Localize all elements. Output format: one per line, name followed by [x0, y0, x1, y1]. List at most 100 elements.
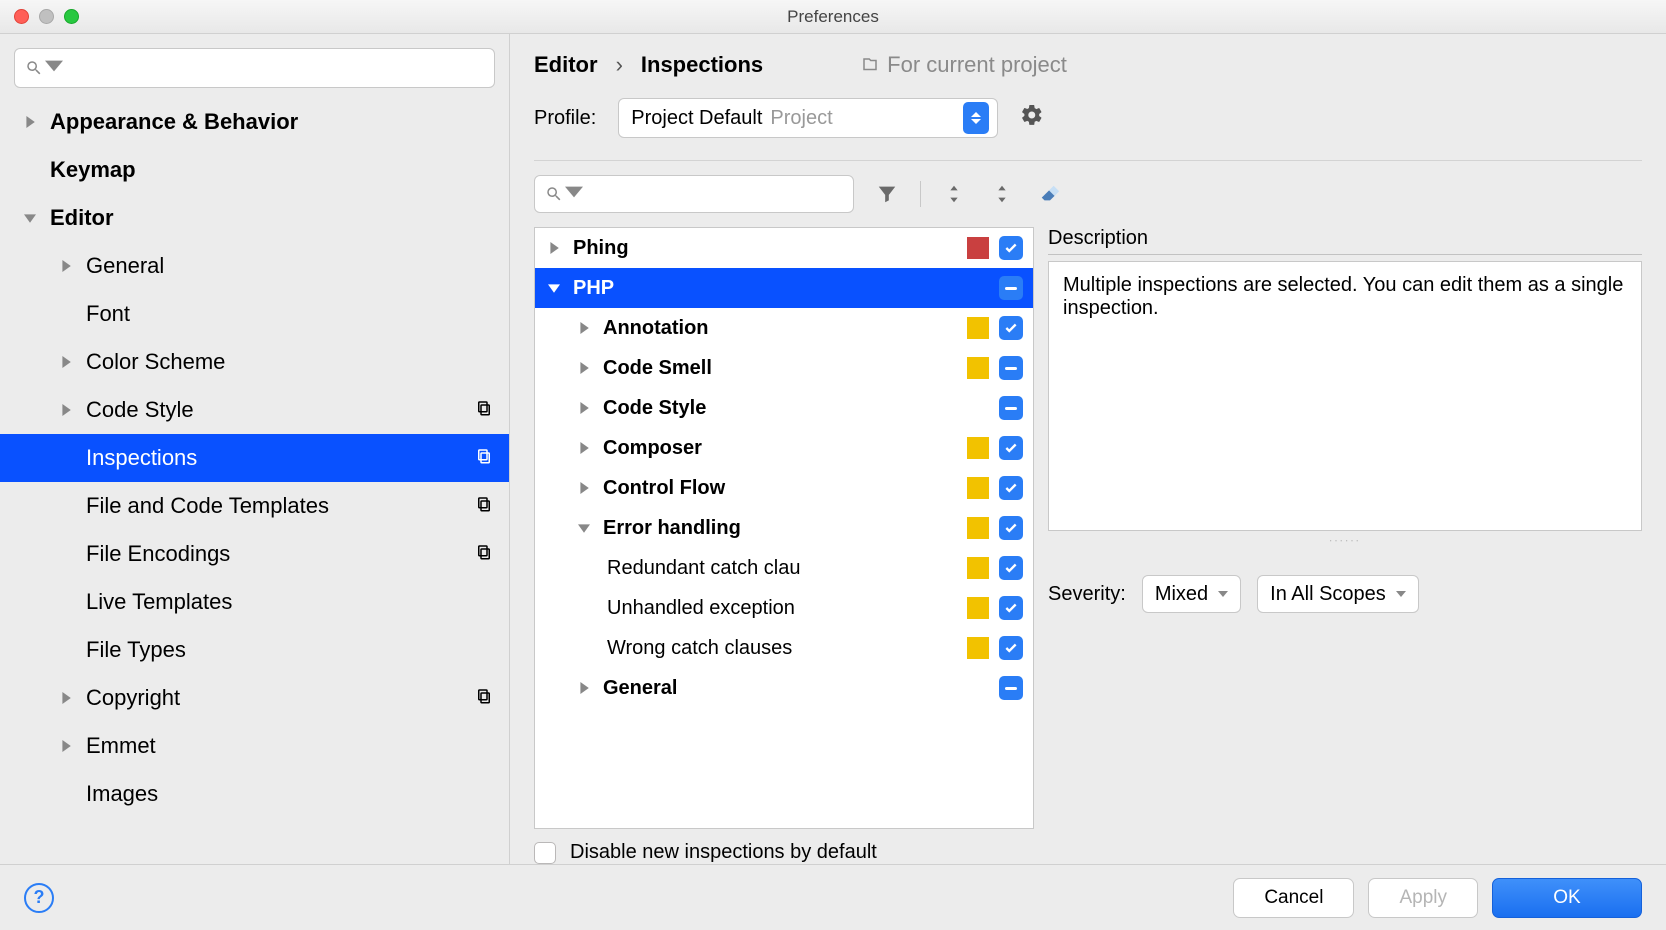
inspection-label: Code Style: [603, 397, 967, 420]
severity-select[interactable]: Mixed: [1142, 575, 1241, 613]
severity-swatch: [967, 317, 989, 339]
inspection-label: Error handling: [603, 517, 967, 540]
sidebar-item-file-types[interactable]: File Types: [0, 626, 509, 674]
inspection-label: PHP: [573, 277, 967, 300]
sidebar-item-label: Font: [86, 301, 130, 327]
inspection-checkbox[interactable]: [999, 636, 1023, 660]
inspection-label: Composer: [603, 437, 967, 460]
sidebar-item-label: Emmet: [86, 733, 156, 759]
severity-swatch: [967, 237, 989, 259]
inspection-checkbox[interactable]: [999, 556, 1023, 580]
inspection-row-wrong-catch-clauses[interactable]: Wrong catch clauses: [535, 628, 1033, 668]
filter-button[interactable]: [872, 179, 902, 209]
sidebar-item-editor[interactable]: Editor: [0, 194, 509, 242]
stepper-icon: [963, 102, 989, 134]
breadcrumb-inspections: Inspections: [641, 52, 763, 78]
inspection-checkbox[interactable]: [999, 316, 1023, 340]
search-icon: [545, 185, 563, 203]
chevron-down-icon: [1218, 591, 1228, 597]
inspection-row-general[interactable]: General: [535, 668, 1033, 708]
inspection-label: Unhandled exception: [607, 597, 967, 620]
apply-button[interactable]: Apply: [1368, 878, 1478, 918]
sidebar-item-images[interactable]: Images: [0, 770, 509, 818]
sidebar-item-inspections[interactable]: Inspections: [0, 434, 509, 482]
severity-swatch: [967, 557, 989, 579]
help-button[interactable]: ?: [24, 883, 54, 913]
titlebar: Preferences: [0, 0, 1666, 34]
sidebar-item-label: File Types: [86, 637, 186, 663]
sidebar-item-label: Code Style: [86, 397, 194, 423]
inspection-row-composer[interactable]: Composer: [535, 428, 1033, 468]
sidebar-item-color-scheme[interactable]: Color Scheme: [0, 338, 509, 386]
resize-grip[interactable]: ∙∙∙∙∙∙: [1048, 533, 1642, 547]
scope-label: For current project: [887, 52, 1067, 78]
sidebar-item-general[interactable]: General: [0, 242, 509, 290]
sidebar-item-keymap[interactable]: Keymap: [0, 146, 509, 194]
window-title: Preferences: [0, 7, 1666, 27]
profile-select[interactable]: Project Default Project: [618, 98, 998, 138]
sidebar-search-input[interactable]: [14, 48, 495, 88]
inspection-row-php[interactable]: PHP: [535, 268, 1033, 308]
inspection-checkbox[interactable]: [999, 516, 1023, 540]
inspection-row-redundant-catch-clau[interactable]: Redundant catch clau: [535, 548, 1033, 588]
inspection-label: Code Smell: [603, 357, 967, 380]
inspection-row-code-smell[interactable]: Code Smell: [535, 348, 1033, 388]
eraser-icon: [1039, 183, 1061, 205]
inspection-checkbox[interactable]: [999, 596, 1023, 620]
chevron-down-icon: [1396, 591, 1406, 597]
inspection-search-input[interactable]: [534, 175, 854, 213]
reset-button[interactable]: [1035, 179, 1065, 209]
inspection-row-annotation[interactable]: Annotation: [535, 308, 1033, 348]
expand-all-button[interactable]: [939, 179, 969, 209]
profile-value: Project Default: [631, 107, 762, 130]
inspection-row-phing[interactable]: Phing: [535, 228, 1033, 268]
sidebar-item-file-and-code-templates[interactable]: File and Code Templates: [0, 482, 509, 530]
inspection-checkbox[interactable]: [999, 396, 1023, 420]
sidebar-item-emmet[interactable]: Emmet: [0, 722, 509, 770]
sidebar-item-copyright[interactable]: Copyright: [0, 674, 509, 722]
severity-swatch: [967, 597, 989, 619]
chevron-right-icon: ›: [616, 52, 623, 78]
inspection-checkbox[interactable]: [999, 356, 1023, 380]
inspection-row-unhandled-exception[interactable]: Unhandled exception: [535, 588, 1033, 628]
inspection-checkbox[interactable]: [999, 436, 1023, 460]
cancel-button[interactable]: Cancel: [1233, 878, 1354, 918]
copy-icon: [475, 493, 493, 519]
chevron-down-icon: [45, 57, 63, 80]
inspection-row-code-style[interactable]: Code Style: [535, 388, 1033, 428]
severity-label: Severity:: [1048, 583, 1126, 606]
sidebar-item-file-encodings[interactable]: File Encodings: [0, 530, 509, 578]
inspection-toolbar: [534, 175, 1642, 213]
scope-select[interactable]: In All Scopes: [1257, 575, 1419, 613]
scope-value: In All Scopes: [1270, 583, 1386, 606]
severity-swatch: [967, 357, 989, 379]
inspection-checkbox[interactable]: [999, 476, 1023, 500]
ok-button[interactable]: OK: [1492, 878, 1642, 918]
inspection-checkbox[interactable]: [999, 236, 1023, 260]
inspection-row-control-flow[interactable]: Control Flow: [535, 468, 1033, 508]
preferences-sidebar: Appearance & BehaviorKeymap Editor General…: [0, 34, 510, 864]
sidebar-item-font[interactable]: Font: [0, 290, 509, 338]
sidebar-item-label: Live Templates: [86, 589, 232, 615]
inspection-checkbox[interactable]: [999, 276, 1023, 300]
disable-new-inspections-checkbox[interactable]: [534, 842, 556, 864]
inspection-row-error-handling[interactable]: Error handling: [535, 508, 1033, 548]
scope-badge: For current project: [861, 52, 1067, 78]
sidebar-item-code-style[interactable]: Code Style: [0, 386, 509, 434]
sidebar-item-live-templates[interactable]: Live Templates: [0, 578, 509, 626]
inspection-checkbox[interactable]: [999, 676, 1023, 700]
sidebar-item-label: Editor: [50, 205, 114, 231]
severity-value: Mixed: [1155, 583, 1208, 606]
collapse-all-button[interactable]: [987, 179, 1017, 209]
divider: [534, 160, 1642, 161]
collapse-icon: [991, 183, 1013, 205]
inspection-label: General: [603, 677, 967, 700]
inspection-tree: Phing PHP Annotation Code Smell Code Style Co…: [534, 227, 1034, 829]
sidebar-item-label: File Encodings: [86, 541, 230, 567]
copy-icon: [475, 685, 493, 711]
sidebar-item-appearance-behavior[interactable]: Appearance & Behavior: [0, 98, 509, 146]
inspection-label: Control Flow: [603, 477, 967, 500]
profile-label: Profile:: [534, 107, 596, 130]
content-panel: Editor › Inspections For current project…: [510, 34, 1666, 864]
profile-settings-button[interactable]: [1020, 103, 1044, 133]
